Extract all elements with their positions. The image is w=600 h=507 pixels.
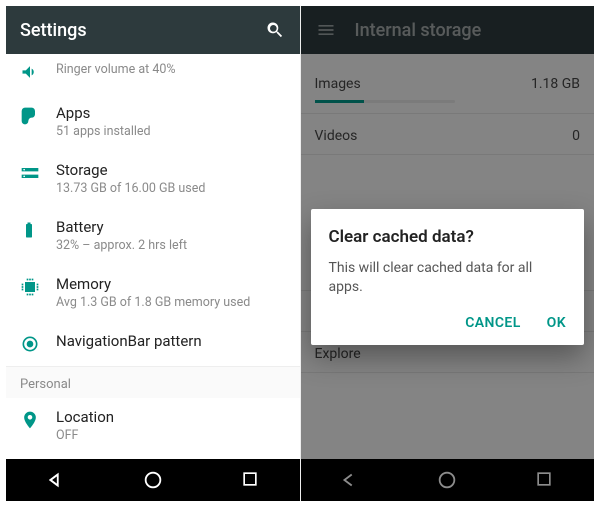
storage-appbar: Internal storage	[301, 6, 595, 54]
battery-subtitle: 32% – approx. 2 hrs left	[56, 238, 187, 253]
sound-subtitle: Ringer volume at 40%	[56, 62, 176, 77]
android-navbar-left	[6, 459, 300, 501]
battery-title: Battery	[56, 218, 187, 236]
memory-subtitle: Avg 1.3 GB of 1.8 GB memory used	[56, 295, 250, 310]
settings-item-memory[interactable]: Memory Avg 1.3 GB of 1.8 GB memory used	[6, 265, 300, 322]
settings-item-apps[interactable]: Apps 51 apps installed	[6, 94, 300, 151]
storage-screen: Internal storage Images 1.18 GB Videos 0	[300, 6, 595, 501]
navpat-title: NavigationBar pattern	[56, 332, 202, 350]
dialog-body: This will clear cached data for all apps…	[329, 259, 567, 297]
battery-icon	[20, 220, 56, 240]
settings-item-storage[interactable]: Storage 13.73 GB of 16.00 GB used	[6, 151, 300, 208]
settings-item-battery[interactable]: Battery 32% – approx. 2 hrs left	[6, 208, 300, 265]
storage-subtitle: 13.73 GB of 16.00 GB used	[56, 181, 205, 196]
cancel-button[interactable]: CANCEL	[465, 315, 520, 331]
apps-subtitle: 51 apps installed	[56, 124, 151, 139]
search-icon[interactable]	[264, 19, 286, 41]
android-navbar-right	[301, 459, 595, 501]
memory-icon	[20, 277, 56, 297]
apps-title: Apps	[56, 104, 151, 122]
dialog-title: Clear cached data?	[329, 227, 567, 247]
location-title: Location	[56, 408, 114, 426]
location-icon	[20, 410, 56, 430]
section-personal: Personal	[6, 366, 300, 398]
home-icon[interactable]	[142, 469, 164, 491]
back-icon[interactable]	[44, 469, 66, 491]
storage-icon	[20, 163, 56, 183]
apps-icon	[20, 106, 56, 126]
settings-item-sound[interactable]: Ringer volume at 40%	[6, 54, 300, 94]
settings-appbar: Settings	[6, 6, 300, 54]
settings-screen: Settings Ringer volume at 40%	[6, 6, 300, 501]
settings-list[interactable]: Ringer volume at 40% Apps 51 apps instal…	[6, 54, 300, 459]
recents-icon[interactable]	[240, 469, 262, 491]
ok-button[interactable]: OK	[547, 315, 566, 331]
location-subtitle: OFF	[56, 428, 114, 443]
volume-icon	[20, 62, 56, 82]
navbar-icon	[20, 334, 56, 354]
storage-title: Storage	[56, 161, 205, 179]
settings-item-location[interactable]: Location OFF	[6, 398, 300, 455]
memory-title: Memory	[56, 275, 250, 293]
settings-title: Settings	[20, 20, 87, 41]
clear-cache-dialog: Clear cached data? This will clear cache…	[311, 209, 585, 345]
settings-item-navbar-pattern[interactable]: NavigationBar pattern	[6, 322, 300, 366]
